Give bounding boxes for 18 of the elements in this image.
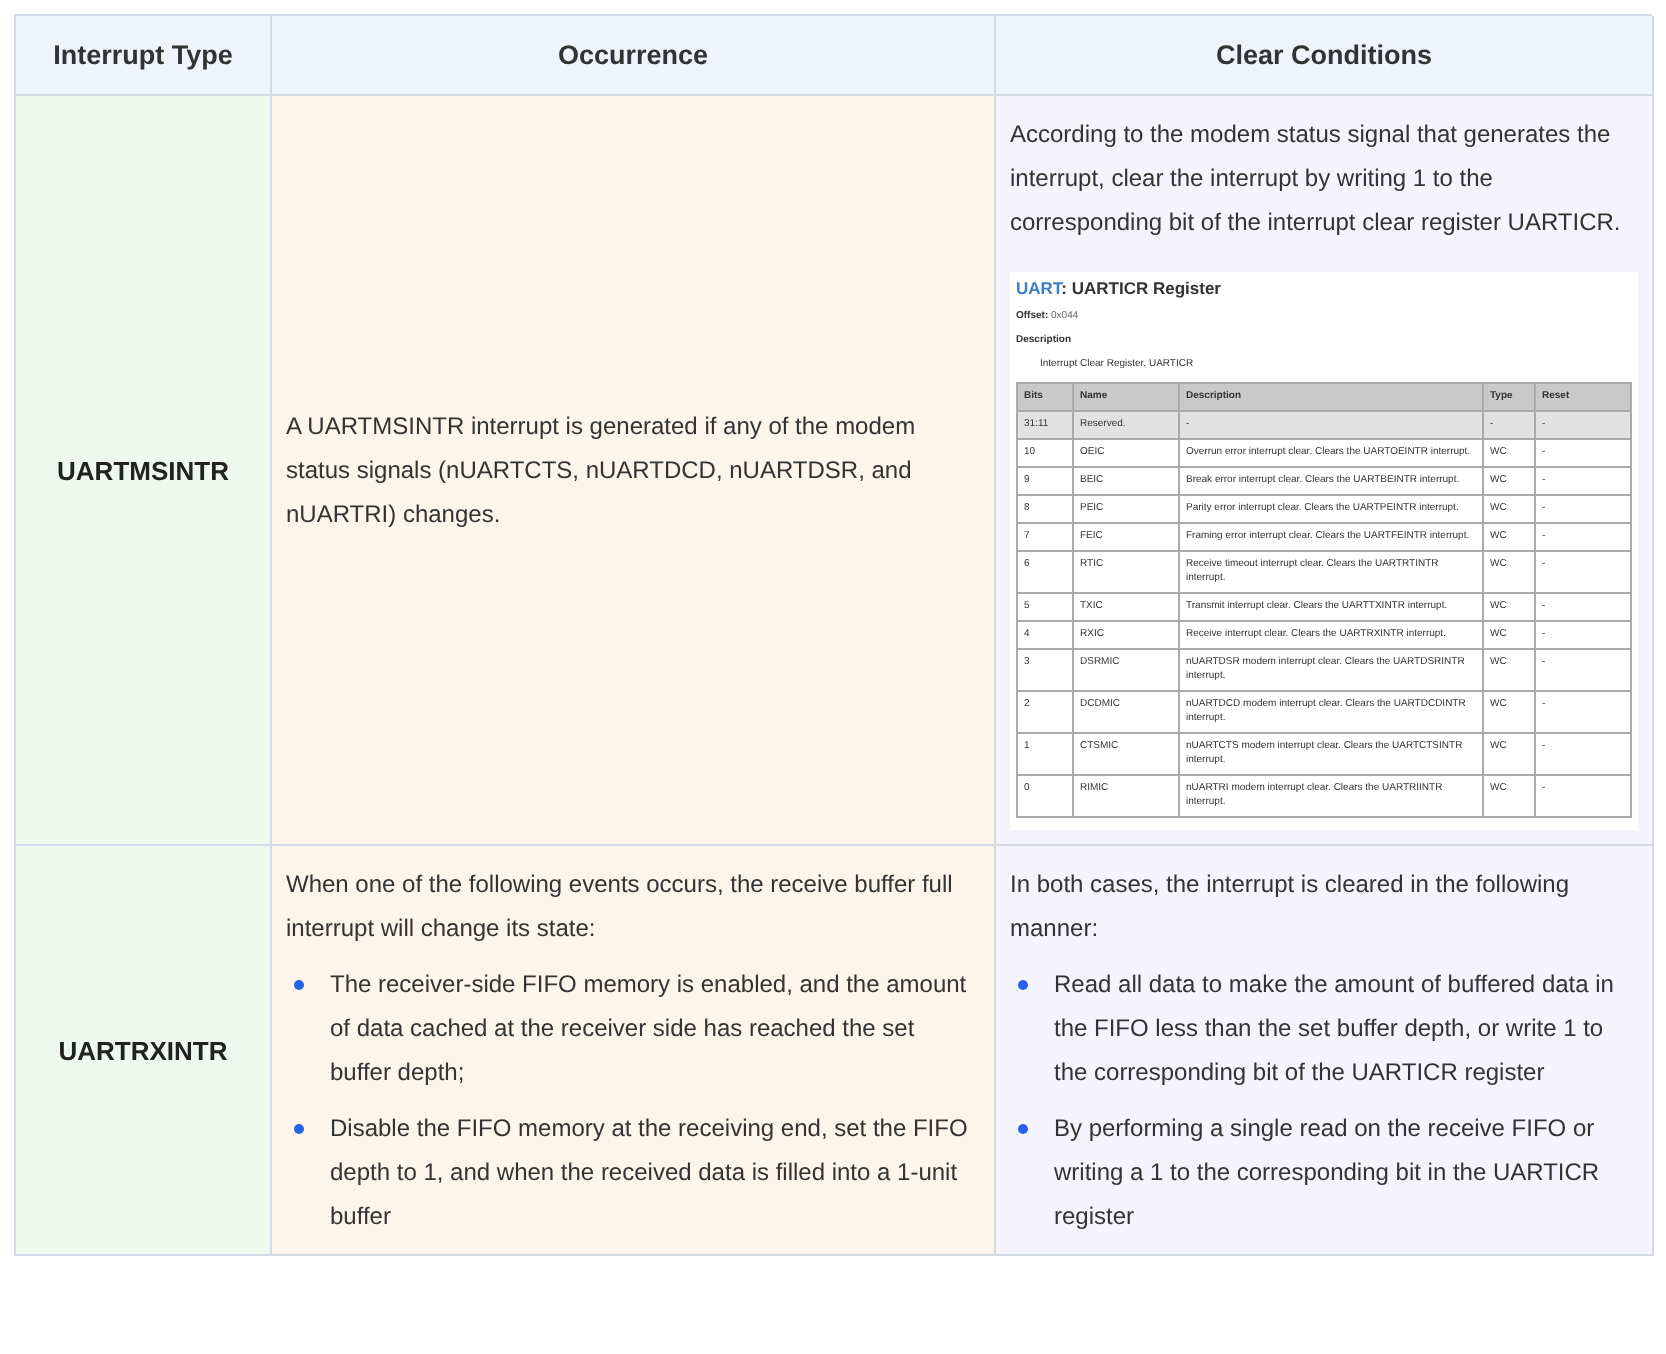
bullet-icon xyxy=(294,1124,304,1134)
bullet-text: Read all data to make the amount of buffered data in the FIFO less than the set buffer depth, or write 1 to the corresponding bit of the UARTICR register xyxy=(1054,968,1616,1090)
bullet-text: The receiver-side FIFO memory is enabled, and the amount of data cached at the receiver side has reached the set buffer depth; xyxy=(330,968,969,1090)
column-header: Clear Conditions xyxy=(996,16,1654,96)
interrupt-type: UARTMSINTR xyxy=(57,455,229,485)
interrupt-type: UARTRXINTR xyxy=(58,1035,228,1065)
clear-conditions-text: According to the modem status signal that generates the interrupt, clear the interrupt by writing 1 to the corresponding bit of the interrupt clear register UARTICR. xyxy=(1010,118,1623,240)
bullet-text: Disable the FIFO memory at the receiving end, set the FIFO depth to 1, and when the received data is filled into a 1-unit buffer xyxy=(330,1112,970,1234)
column-header: Interrupt Type xyxy=(16,16,272,96)
bullet-icon xyxy=(1018,1124,1028,1134)
clear-conditions-text: In both cases, the interrupt is cleared in the following manner: xyxy=(1010,868,1571,946)
occurrence-text: When one of the following events occurs, the receive buffer full interrupt will change its state: xyxy=(286,868,955,946)
register-title: UART: UARTICR Register xyxy=(1016,278,1223,298)
occurrence-text: A UARTMSINTR interrupt is generated if any of the modem status signals (nUARTCTS, nUARTDCD, nUARTDSR, and nUARTRI) changes. xyxy=(286,410,918,532)
bullet-icon xyxy=(1018,980,1028,990)
bullet-icon xyxy=(294,980,304,990)
column-header: Occurrence xyxy=(272,16,996,96)
bullet-text: By performing a single read on the receive FIFO or writing a 1 to the corresponding bit in the UARTICR register xyxy=(1054,1112,1602,1234)
